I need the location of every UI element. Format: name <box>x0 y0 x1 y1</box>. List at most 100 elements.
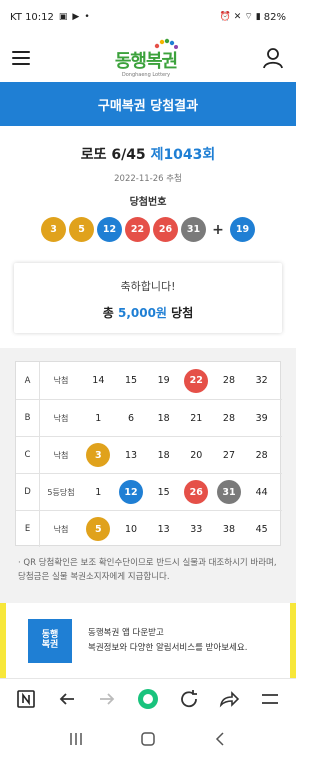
notice-line: 당첨금은 실물 복권소지자에게 지급합니다. <box>18 572 170 583</box>
wifi-icon: ⌔ <box>244 11 253 22</box>
banner-text: 동행복권 앱 다운받고 복권정보와 다양한 알림서비스를 받아보세요. <box>88 626 247 655</box>
ticket-number: 1 <box>95 412 102 424</box>
bonus-ball: 19 <box>230 217 255 242</box>
browser-toolbar <box>0 678 296 718</box>
winning-ball: 3 <box>41 217 66 242</box>
forward-icon[interactable] <box>95 687 119 711</box>
result-box: 축하합니다! 총 5,000원 당첨 <box>14 263 282 333</box>
winning-numbers: 3 5 12 22 26 31 + 19 <box>0 217 296 242</box>
row-status: 5등당첨 <box>47 487 75 497</box>
logo-text: 동행복권 <box>114 51 178 72</box>
game-name: 로또 6/45 <box>80 147 146 163</box>
ticket-number: 6 <box>127 412 134 424</box>
ticket-number: 38 <box>222 523 235 535</box>
mute-icon: ✕ <box>233 11 242 22</box>
dot-notification-icon: • <box>84 11 90 22</box>
row-label: E <box>16 511 40 547</box>
ticket-number: 13 <box>124 449 138 461</box>
winning-ball: 31 <box>181 217 206 242</box>
ticket-number: 14 <box>92 375 105 386</box>
ticket-number: 28 <box>222 375 235 386</box>
winning-ball: 5 <box>69 217 94 242</box>
page-title: 구매복권 당첨결과 <box>0 82 296 126</box>
row-status: 낙첨 <box>53 376 69 385</box>
prize-amount: 5,000원 <box>117 306 167 320</box>
matched-number: 22 <box>184 368 209 393</box>
winning-ball: 12 <box>97 217 122 242</box>
ticket-number: 28 <box>222 412 235 424</box>
app-icon-text: 복권 <box>41 639 59 650</box>
plus-sign: + <box>212 221 224 238</box>
home-green-icon[interactable] <box>136 687 160 711</box>
youtube-notification-icon: ▶ <box>72 11 80 22</box>
result-amount: 총 5,000원 당첨 <box>14 304 282 321</box>
ticket-number: 18 <box>157 412 170 424</box>
round-number: 제1043회 <box>150 147 216 163</box>
ticket-number: 19 <box>157 375 170 386</box>
back-icon[interactable] <box>55 687 79 711</box>
ticket-number: 28 <box>255 449 268 461</box>
status-time: KT 10:12 <box>10 11 54 23</box>
system-nav-bar <box>0 718 296 760</box>
matched-number: 26 <box>184 480 209 504</box>
row-label: B <box>16 400 40 436</box>
row-status: 낙첨 <box>53 450 69 460</box>
result-suffix: 당첨 <box>171 306 194 320</box>
ticket-number: 20 <box>190 449 203 461</box>
status-bar: KT 10:12 ▣ ▶ • ⏰ ✕ ⌔ ▮ 82% <box>0 0 296 34</box>
matched-number: 5 <box>86 517 111 541</box>
banner-line: 동행복권 앱 다운받고 <box>88 628 164 639</box>
ticket-number: 10 <box>124 523 138 535</box>
winning-ball: 22 <box>125 217 150 242</box>
system-back-icon[interactable] <box>210 729 230 749</box>
ticket-number: 15 <box>157 486 170 498</box>
draw-date: 2022-11-26 추첨 <box>114 174 182 184</box>
logo[interactable]: 동행복권 Donghaeng Lottery <box>113 38 179 78</box>
ticket-number: 27 <box>222 449 235 461</box>
notice-line: · QR 당첨확인은 보조 확인수단이므로 반드시 실물과 대조하시기 바라며, <box>18 558 277 568</box>
table-row: C 낙첨 3 13 18 20 27 28 <box>16 436 282 473</box>
gallery-notification-icon: ▣ <box>58 11 68 22</box>
ticket-number: 39 <box>255 412 268 424</box>
battery-level: 82% <box>263 11 286 23</box>
app-header: 동행복권 Donghaeng Lottery <box>0 34 296 82</box>
signal-icon: ▮ <box>255 11 261 22</box>
ticket-table: A 낙첨 14 15 19 22 28 32 B 낙첨 1 6 18 21 28… <box>15 361 282 547</box>
app-icon: 동행 복권 <box>28 618 72 663</box>
table-row: B 낙첨 1 6 18 21 28 39 <box>16 399 282 436</box>
table-row: D 5등당첨 1 12 15 26 31 44 <box>16 473 282 510</box>
row-label: D <box>16 474 40 510</box>
more-menu-icon[interactable] <box>258 687 282 711</box>
share-icon[interactable] <box>217 687 241 711</box>
draw-info: 로또 6/45 제1043회 2022-11-26 추첨 <box>0 144 296 184</box>
row-status: 낙첨 <box>53 524 69 534</box>
banner-line: 복권정보와 다양한 알림서비스를 받아보세요. <box>88 642 248 653</box>
matched-number: 12 <box>118 480 143 504</box>
app-download-banner[interactable]: 동행 복권 동행복권 앱 다운받고 복권정보와 다양한 알림서비스를 받아보세요… <box>0 603 296 678</box>
ticket-number: 13 <box>157 523 170 535</box>
row-label: A <box>16 362 40 399</box>
table-row: A 낙첨 14 15 19 22 28 32 <box>16 362 282 399</box>
ticket-number: 33 <box>190 523 203 535</box>
recent-apps-icon[interactable] <box>66 729 86 749</box>
ticket-number: 32 <box>255 375 268 386</box>
naver-icon[interactable] <box>14 687 38 711</box>
result-prefix: 총 <box>102 306 114 320</box>
qr-notice: · QR 당첨확인은 보조 확인수단이므로 반드시 실물과 대조하시기 바라며,… <box>18 556 282 584</box>
row-status: 낙첨 <box>53 413 69 423</box>
ticket-number: 45 <box>255 523 268 535</box>
ticket-number: 18 <box>157 449 170 461</box>
refresh-icon[interactable] <box>177 687 201 711</box>
row-label: C <box>16 437 40 473</box>
draw-title: 로또 6/45 제1043회 <box>0 144 296 164</box>
matched-number: 31 <box>216 480 241 504</box>
table-row: E 낙첨 5 10 13 33 38 45 <box>16 510 282 547</box>
ticket-number: 1 <box>95 486 102 498</box>
home-button-icon[interactable] <box>138 729 158 749</box>
winning-numbers-label: 당첨번호 <box>129 197 167 208</box>
ticket-number: 21 <box>190 412 203 424</box>
result-message: 축하합니다! <box>120 280 176 293</box>
winning-ball: 26 <box>153 217 178 242</box>
user-icon[interactable] <box>262 47 284 69</box>
menu-icon[interactable] <box>12 51 30 65</box>
